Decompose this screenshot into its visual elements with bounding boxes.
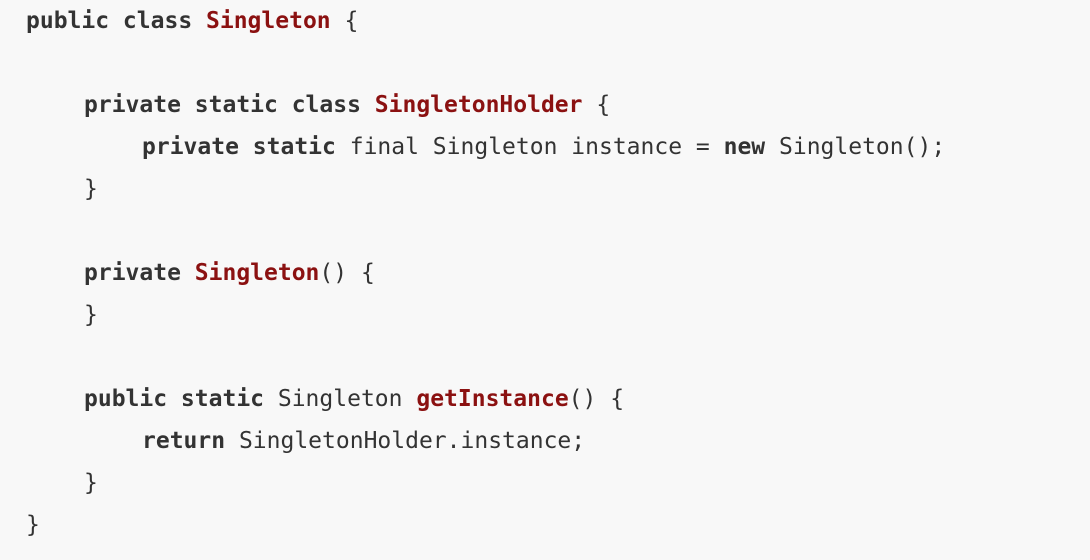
- code-token-kw: return: [142, 428, 226, 454]
- code-token-plain: final Singleton instance =: [335, 134, 724, 160]
- code-token-kw: public class: [26, 8, 207, 34]
- code-token-title: getInstance: [416, 386, 569, 412]
- code-token-kw: private static: [142, 134, 336, 160]
- code-token-plain: }: [84, 302, 98, 328]
- code-token-plain: }: [84, 470, 98, 496]
- code-token-title: SingletonHolder: [374, 92, 583, 118]
- code-line: public class Singleton {: [26, 0, 358, 42]
- code-token-plain: }: [26, 512, 40, 538]
- code-line: return SingletonHolder.instance;: [142, 420, 585, 462]
- code-token-kw: private: [84, 260, 195, 286]
- code-line: }: [84, 168, 98, 210]
- code-token-title: Singleton: [206, 8, 331, 34]
- code-token-kw: new: [723, 134, 766, 160]
- code-token-plain: {: [582, 92, 611, 118]
- code-token-plain: {: [330, 8, 359, 34]
- code-line: public static Singleton getInstance() {: [84, 378, 624, 420]
- code-token-plain: () {: [568, 386, 625, 412]
- code-token-plain: SingletonHolder.instance;: [225, 428, 586, 454]
- code-token-kw: private static class: [84, 92, 375, 118]
- code-token-plain: }: [84, 176, 98, 202]
- code-token-plain: Singleton: [264, 386, 417, 412]
- code-token-plain: Singleton();: [765, 134, 946, 160]
- code-line: }: [84, 294, 98, 336]
- code-block: public class Singleton {private static c…: [0, 0, 1090, 560]
- code-line: private Singleton() {: [84, 252, 375, 294]
- code-token-plain: () {: [319, 260, 375, 286]
- code-line: private static final Singleton instance …: [142, 126, 945, 168]
- code-line: }: [84, 462, 98, 504]
- code-token-kw: public static: [84, 386, 265, 412]
- code-line: private static class SingletonHolder {: [84, 84, 610, 126]
- code-token-title: Singleton: [194, 260, 320, 286]
- code-line: }: [26, 504, 40, 546]
